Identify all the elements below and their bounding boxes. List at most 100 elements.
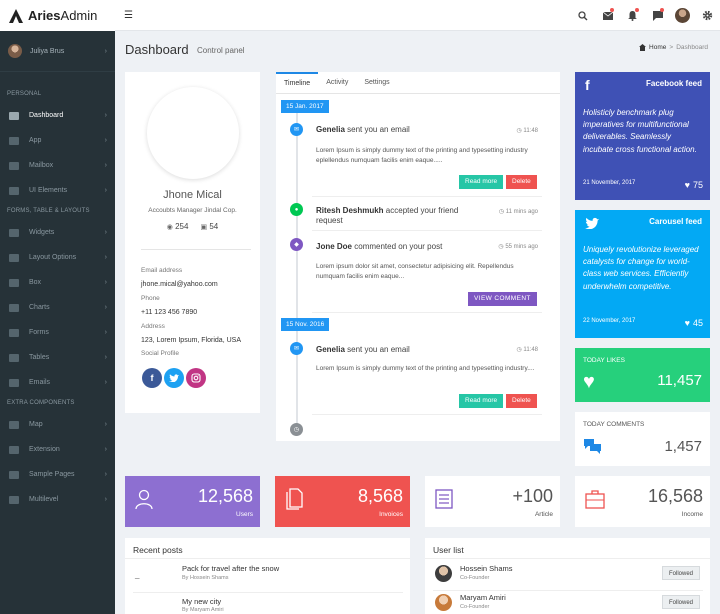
followed-button[interactable]: Followed — [661, 566, 700, 580]
heart-icon: ♥ — [684, 318, 690, 328]
sidebar-item-multilevel[interactable]: Multilevel › — [0, 487, 115, 512]
recent-posts-card: Recent posts _ Pack for travel after the… — [125, 538, 410, 614]
user-list-title: User list — [433, 545, 464, 555]
logo-icon — [9, 8, 23, 23]
chevron-right-icon: › — [104, 279, 107, 286]
heart-icon: ♥ — [583, 371, 595, 393]
view-comment-button[interactable]: VIEW COMMENT — [468, 292, 537, 306]
bell-icon[interactable] — [620, 0, 645, 31]
divider — [312, 230, 542, 231]
menu-toggle-icon[interactable]: ☰ — [124, 10, 133, 21]
email-value: jhone.mical@yahoo.com — [141, 281, 218, 288]
page-subtitle: Control panel — [197, 46, 245, 55]
followed-button[interactable]: Followed — [661, 595, 700, 609]
facebook-feed-text: Holisticly benchmark plug imperatives fo… — [583, 108, 697, 154]
breadcrumb-current: Dashboard — [676, 44, 708, 51]
delete-button[interactable]: Delete — [506, 394, 537, 408]
list-item[interactable]: _ Pack for travel after the snow By Hoss… — [125, 562, 410, 592]
profile-stats: ◉ 254 ▣ 54 — [125, 222, 260, 231]
list-item: Hossein Shams Co-Founder Followed — [425, 560, 710, 590]
profile-photos: 54 — [209, 222, 219, 231]
sidebar-section-personal: PERSONAL — [7, 91, 42, 97]
sidebar-item-sample-pages[interactable]: Sample Pages › — [0, 462, 115, 487]
mail-notification-dot — [610, 8, 614, 12]
read-more-button[interactable]: Read more — [459, 394, 504, 408]
comment-icon: ◆ — [290, 238, 303, 251]
timeline-card: Timeline Activity Settings 15 Jan. 2017 … — [276, 72, 560, 441]
tab-activity[interactable]: Activity — [318, 72, 356, 93]
sidebar-item-dashboard[interactable]: Dashboard › — [0, 103, 115, 128]
sidebar-item-ui-elements[interactable]: UI Elements › — [0, 178, 115, 203]
sidebar-item-app[interactable]: App › — [0, 128, 115, 153]
heart-icon: ♥ — [684, 180, 690, 190]
sidebar-item-forms[interactable]: Forms › — [0, 320, 115, 345]
facebook-icon: f — [585, 77, 590, 93]
brand-logo[interactable]: AriesAdmin — [0, 0, 115, 31]
twitter-icon[interactable] — [164, 368, 184, 388]
divider — [312, 312, 542, 313]
chevron-right-icon: › — [104, 47, 107, 55]
briefcase-icon — [585, 490, 605, 509]
list-item[interactable]: My new city By Maryam Amiri — [125, 596, 410, 614]
email-label: Email address — [141, 267, 183, 274]
user-name[interactable]: Maryam Amiri — [460, 593, 506, 602]
timeline-item-body: Lorem ipsum dolor sit amet, consectetur … — [316, 263, 514, 280]
chevron-right-icon: › — [104, 112, 107, 119]
tab-timeline[interactable]: Timeline — [276, 72, 319, 93]
facebook-feed-title: Facebook feed — [645, 79, 702, 88]
list-item: Maryam Amiri Co-Founder Followed — [425, 590, 710, 614]
gear-icon[interactable] — [695, 0, 720, 31]
chevron-right-icon: › — [104, 229, 107, 236]
read-more-button[interactable]: Read more — [459, 175, 504, 189]
user-avatar[interactable] — [670, 0, 695, 31]
brand-name-light: Admin — [60, 8, 98, 23]
search-icon[interactable] — [570, 0, 595, 31]
carousel-feed-text: Uniquely revolutionize leveraged catalys… — [583, 245, 699, 291]
laptop-icon — [9, 186, 19, 195]
chat-icon[interactable] — [645, 0, 670, 31]
widgets-icon — [9, 228, 19, 237]
carousel-feed-title: Carousel feed — [649, 217, 702, 226]
sidebar-section-forms: FORMS, TABLE & LAYOUTS — [7, 208, 90, 214]
sidebar-item-map[interactable]: Map › — [0, 412, 115, 437]
sidebar-user-name: Juliya Brus — [30, 47, 65, 55]
breadcrumb-home[interactable]: Home — [649, 44, 666, 51]
eye-icon: ◉ — [166, 224, 173, 231]
facebook-feed-card: f Facebook feed Holisticly benchmark plu… — [575, 72, 710, 200]
user-name[interactable]: Hossein Shams — [460, 564, 513, 573]
sidebar-item-emails[interactable]: Emails › — [0, 370, 115, 395]
sidebar-item-extension[interactable]: Extension › — [0, 437, 115, 462]
facebook-icon[interactable]: f — [142, 368, 162, 388]
phone-value: +11 123 456 7890 — [141, 309, 198, 316]
sidebar-user[interactable]: Juliya Brus › — [0, 31, 115, 72]
chevron-right-icon: › — [104, 187, 107, 194]
post-author: By Hossein Shams — [182, 575, 229, 581]
divider — [125, 558, 410, 559]
timeline-line — [296, 112, 298, 428]
today-likes-value: 11,457 — [657, 372, 702, 389]
home-icon — [639, 44, 647, 51]
profile-name: Jhone Mical — [163, 189, 222, 201]
user-icon: ● — [290, 203, 303, 216]
post-title[interactable]: My new city — [182, 597, 221, 606]
mail-icon[interactable] — [595, 0, 620, 31]
sidebar-item-box[interactable]: Box › — [0, 270, 115, 295]
stat-income-label: Income — [681, 511, 703, 518]
pie-chart-icon — [9, 303, 19, 312]
carousel-feed-card: Carousel feed Uniquely revolutionize lev… — [575, 210, 710, 338]
sidebar-item-tables[interactable]: Tables › — [0, 345, 115, 370]
profile-job: Accoubts Manager Jindal Cop. — [148, 207, 237, 214]
instagram-icon[interactable] — [186, 368, 206, 388]
sidebar-item-charts[interactable]: Charts › — [0, 295, 115, 320]
tab-settings[interactable]: Settings — [356, 72, 397, 93]
grid-icon — [9, 136, 19, 145]
post-title[interactable]: Pack for travel after the snow — [182, 564, 279, 573]
sidebar-item-mailbox[interactable]: Mailbox › — [0, 153, 115, 178]
divider — [312, 196, 542, 197]
today-comments-value: 1,457 — [664, 438, 702, 455]
delete-button[interactable]: Delete — [506, 175, 537, 189]
stat-article-card: +100 Article — [425, 476, 560, 527]
sidebar-item-widgets[interactable]: Widgets › — [0, 220, 115, 245]
sidebar-item-layout-options[interactable]: Layout Options › — [0, 245, 115, 270]
chevron-right-icon: › — [104, 354, 107, 361]
